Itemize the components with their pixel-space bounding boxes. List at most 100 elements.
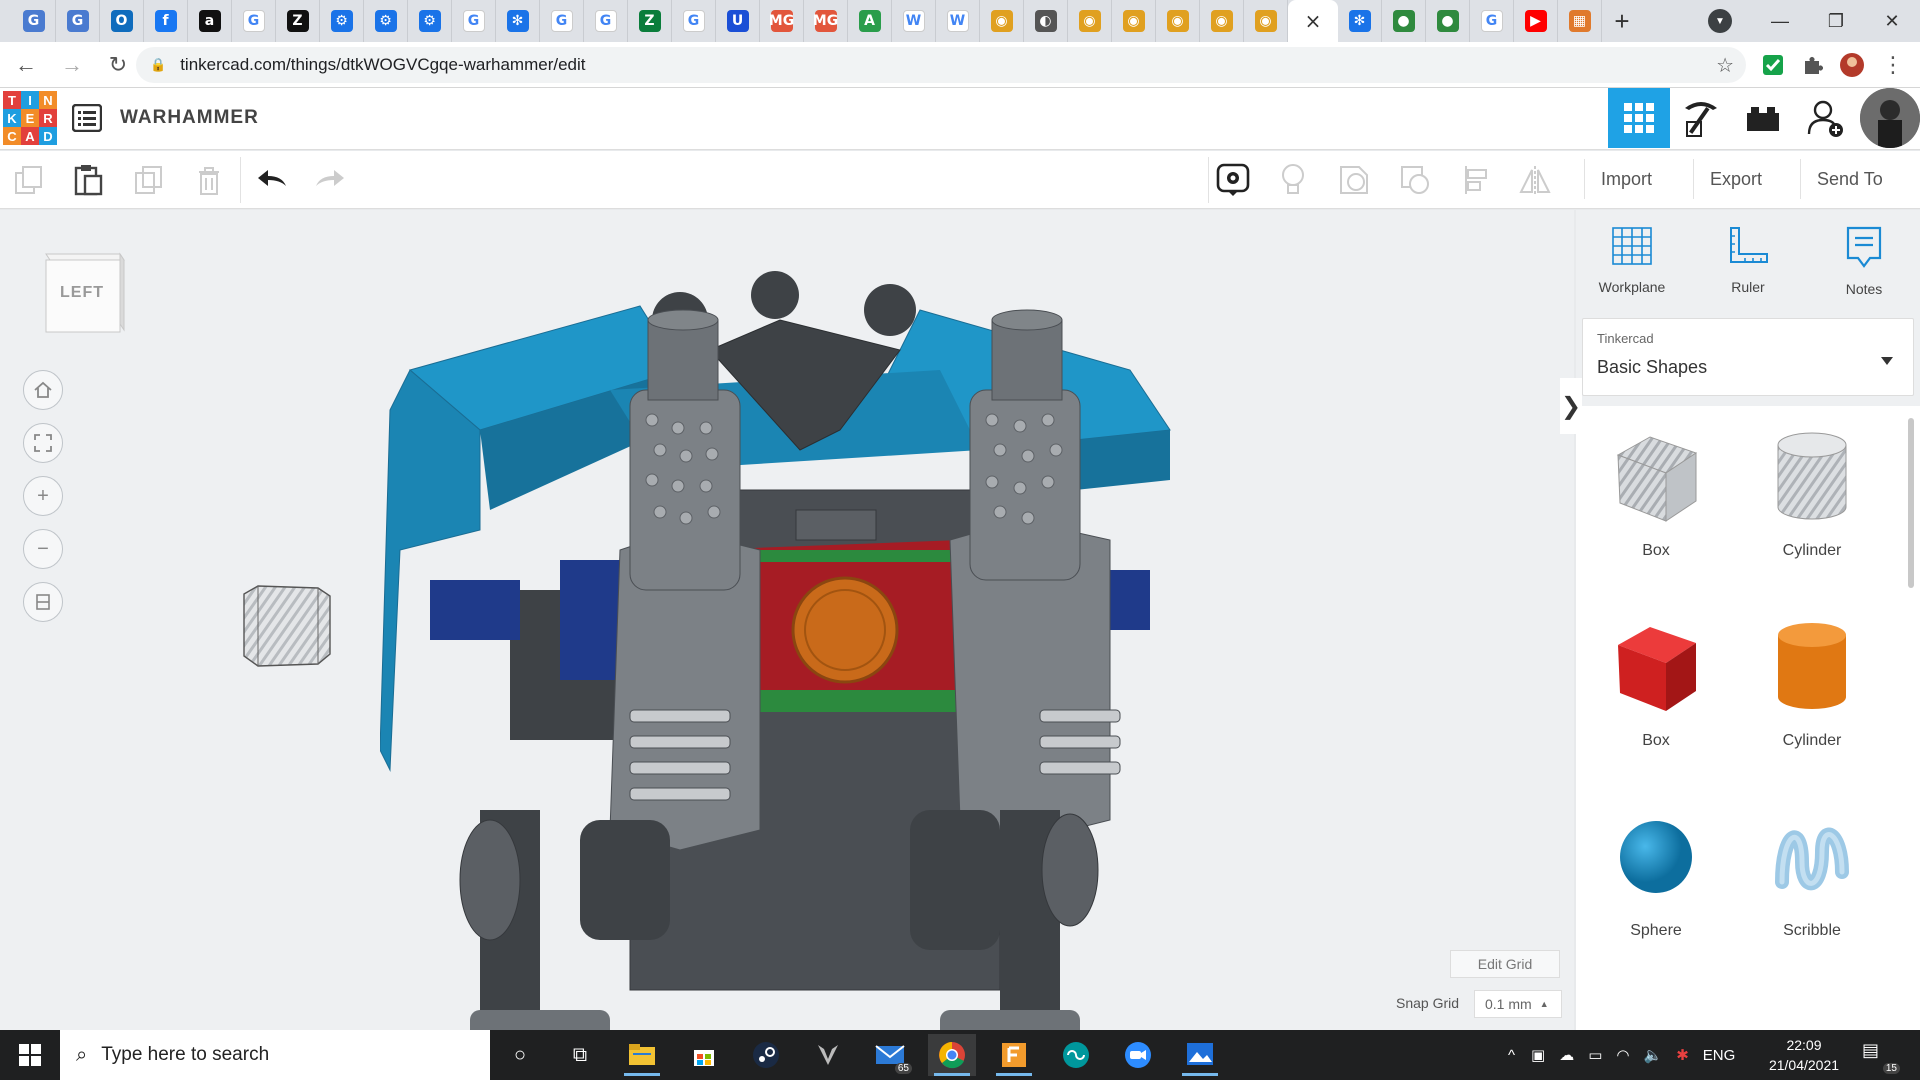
design-menu-icon[interactable] <box>71 103 103 133</box>
browser-tab[interactable]: ● <box>1382 0 1426 42</box>
shape-tile-sphere[interactable]: Sphere <box>1586 802 1726 940</box>
forward-button[interactable]: → <box>52 45 92 85</box>
view-cube[interactable]: LEFT <box>42 250 125 334</box>
workplane-tool[interactable]: Workplane <box>1582 224 1682 295</box>
browser-tab[interactable]: Z <box>628 0 672 42</box>
notifications-icon[interactable]: ▤ 15 <box>1862 1040 1900 1074</box>
browser-tab[interactable]: G <box>584 0 628 42</box>
blocks-view-button[interactable] <box>1670 88 1732 148</box>
extensions-puzzle-icon[interactable] <box>1799 52 1825 78</box>
meet-now-icon[interactable]: ▣ <box>1531 1046 1545 1064</box>
browser-tab[interactable]: ✻ <box>496 0 540 42</box>
browser-tab[interactable]: Z <box>276 0 320 42</box>
tray-expand-icon[interactable]: ^ <box>1508 1047 1515 1064</box>
tinkercad-logo[interactable]: TINKERCAD <box>3 91 57 145</box>
back-button[interactable]: ← <box>6 45 46 85</box>
browser-tab[interactable]: G <box>672 0 716 42</box>
collapse-panel-toggle[interactable]: ❯ <box>1560 378 1582 434</box>
3d-view-button[interactable] <box>1608 88 1670 148</box>
browser-tab[interactable]: G <box>1470 0 1514 42</box>
shape-tile-box-solid[interactable]: Box <box>1586 612 1726 750</box>
browser-tab[interactable]: ◉ <box>980 0 1024 42</box>
browser-tab[interactable]: ⚙ <box>408 0 452 42</box>
browser-tab[interactable]: G <box>232 0 276 42</box>
copy-icon[interactable] <box>12 163 46 197</box>
browser-tab[interactable]: MG <box>804 0 848 42</box>
task-view-icon[interactable]: ⧉ <box>556 1034 604 1076</box>
start-button[interactable] <box>0 1030 60 1080</box>
mail-icon[interactable]: 65 <box>866 1034 914 1076</box>
close-window-button[interactable]: ✕ <box>1864 0 1920 42</box>
minimize-button[interactable]: — <box>1752 0 1808 42</box>
extension-check-icon[interactable] <box>1760 52 1786 78</box>
panel-scrollbar[interactable] <box>1908 418 1914 588</box>
browser-tab[interactable]: MG <box>760 0 804 42</box>
shape-tile-box-hole[interactable]: Box <box>1586 422 1726 560</box>
cortana-icon[interactable]: ○ <box>496 1034 544 1076</box>
browser-tab[interactable]: ⚙ <box>364 0 408 42</box>
light-bulb-icon[interactable] <box>1276 163 1310 197</box>
browser-tab[interactable]: G <box>56 0 100 42</box>
browser-tab[interactable]: ⚙ <box>320 0 364 42</box>
browser-tab[interactable]: ◉ <box>1068 0 1112 42</box>
browser-tab[interactable]: G <box>540 0 584 42</box>
project-title[interactable]: WARHAMMER <box>120 107 259 129</box>
onedrive-icon[interactable]: ☁ <box>1559 1046 1574 1064</box>
zoom-in-button[interactable]: + <box>23 476 63 516</box>
active-browser-tab[interactable]: × <box>1288 0 1338 42</box>
redo-icon[interactable] <box>313 163 347 197</box>
ortho-view-button[interactable] <box>23 582 63 622</box>
profile-avatar-icon[interactable] <box>1839 52 1865 78</box>
shape-tile-cylinder-solid[interactable]: Cylinder <box>1742 612 1882 750</box>
browser-tab[interactable]: f <box>144 0 188 42</box>
shape-tile-cylinder-hole[interactable]: Cylinder <box>1742 422 1882 560</box>
chrome-icon[interactable] <box>928 1034 976 1076</box>
notes-tool[interactable]: Notes <box>1814 224 1914 297</box>
warhammer-model[interactable] <box>380 250 1210 1030</box>
browser-tab[interactable]: O <box>100 0 144 42</box>
export-button[interactable]: Export <box>1693 159 1778 199</box>
hole-cylinder-object[interactable] <box>238 582 338 672</box>
maximize-button[interactable]: ❐ <box>1808 0 1864 42</box>
store-icon[interactable] <box>680 1034 728 1076</box>
browser-tab[interactable]: G <box>452 0 496 42</box>
browser-tab[interactable]: ◉ <box>1200 0 1244 42</box>
zoom-icon[interactable] <box>1114 1034 1162 1076</box>
browser-tab[interactable]: ◉ <box>1244 0 1288 42</box>
group-shape-icon[interactable] <box>1337 163 1371 197</box>
steam-icon[interactable] <box>742 1034 790 1076</box>
browser-tab[interactable]: a <box>188 0 232 42</box>
url-field[interactable]: 🔒 tinkercad.com/things/dtkWOGVCgqe-warha… <box>136 47 1746 83</box>
browser-tab[interactable]: G <box>12 0 56 42</box>
photos-icon[interactable] <box>1176 1034 1224 1076</box>
language-indicator[interactable]: ENG <box>1703 1047 1736 1064</box>
paste-icon[interactable] <box>71 163 105 197</box>
arduino-icon[interactable] <box>1052 1034 1100 1076</box>
taskbar-search-box[interactable]: ⌕ Type here to search <box>60 1030 490 1080</box>
invite-user-button[interactable] <box>1794 88 1856 148</box>
ruler-tool[interactable]: Ruler <box>1698 224 1798 295</box>
browser-tab[interactable]: ● <box>1426 0 1470 42</box>
bookmark-star-icon[interactable]: ☆ <box>1716 53 1734 78</box>
zoom-out-button[interactable]: − <box>23 529 63 569</box>
tab-search-icon[interactable]: ▼ <box>1708 9 1732 33</box>
3d-workspace[interactable]: LEFT + − Edit Grid Snap Grid 0.1 mm ▲ <box>0 210 1574 1030</box>
browser-tab[interactable]: ✻ <box>1338 0 1382 42</box>
comment-visibility-icon[interactable] <box>1216 163 1250 197</box>
volume-icon[interactable]: 🔈 <box>1644 1046 1663 1064</box>
predator-sense-icon[interactable] <box>804 1034 852 1076</box>
mirror-icon[interactable] <box>1518 163 1552 197</box>
shape-library-select[interactable]: Tinkercad Basic Shapes <box>1582 318 1914 396</box>
user-avatar[interactable] <box>1860 88 1920 148</box>
browser-tab[interactable]: ◉ <box>1112 0 1156 42</box>
clock[interactable]: 22:09 21/04/2021 <box>1764 1035 1844 1075</box>
reload-button[interactable]: ↻ <box>98 45 138 85</box>
file-explorer-icon[interactable] <box>618 1034 666 1076</box>
snap-grid-select[interactable]: 0.1 mm ▲ <box>1474 990 1562 1018</box>
undo-icon[interactable] <box>255 163 289 197</box>
browser-tab[interactable]: A <box>848 0 892 42</box>
close-tab-icon[interactable]: × <box>1302 9 1324 33</box>
browser-tab[interactable]: ▶ <box>1514 0 1558 42</box>
duplicate-icon[interactable] <box>132 163 166 197</box>
bricks-view-button[interactable] <box>1732 88 1794 148</box>
